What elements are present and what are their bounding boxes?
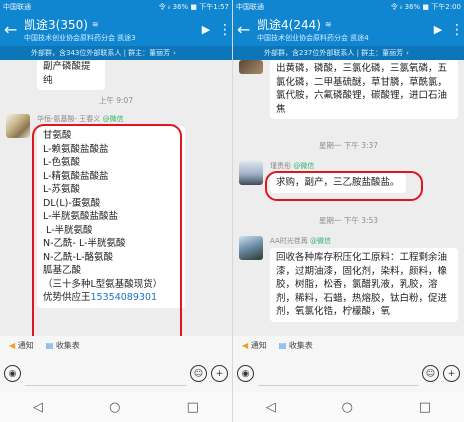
message-item: AA时光荏苒 @微信 回收各种库存积压化工原料：工程剩余油漆，过期油漆，固化剂，…: [239, 236, 458, 322]
chat-title: 凯途4(244): [257, 18, 321, 32]
group-info-bar[interactable]: 外部群，含237位外部联系人 | 群主：董丽芳 ›: [233, 46, 464, 60]
system-nav-bar: ◁ ○ □: [0, 392, 232, 422]
voice-icon[interactable]: ◉: [237, 365, 254, 382]
carrier-label: 中国联通: [236, 2, 264, 11]
sender-name: 华恒-氨基酸- 王春义 @微信: [37, 115, 124, 123]
avatar[interactable]: [239, 236, 263, 260]
right-screen: 中国联通 令 ᵢₗ 36% ■ 下午2:00 ← 凯途4(244) ≋ 中国技术…: [232, 0, 464, 422]
video-call-icon[interactable]: ▶: [194, 23, 218, 36]
emoji-icon[interactable]: ☺: [190, 365, 207, 382]
sender-name: AA时光荏苒 @微信: [270, 237, 332, 245]
collect-form-button[interactable]: ▤ 收集表: [46, 340, 80, 351]
avatar[interactable]: [239, 161, 263, 185]
chat-subtitle: 中国技术创业协会原料药分会 凯途4: [257, 34, 369, 42]
left-screen: 中国联通 令 ᵢₗ 36% ■ 下午1:57 ← 凯途3(350) ≋ 中国技术…: [0, 0, 232, 422]
message-list[interactable]: 副产磷酸提纯 上午 9:07 华恒-氨基酸- 王春义 @微信 甘氨酸 L-赖氨酸…: [0, 60, 232, 336]
avatar[interactable]: [239, 60, 263, 74]
system-nav-bar: ◁ ○ □: [233, 392, 464, 422]
more-menu-icon[interactable]: ⋮: [218, 22, 232, 38]
input-bar: ◉ ☺ +: [233, 355, 464, 392]
message-bubble[interactable]: 出黄磷，磷酸，三氯化磷，三氯氧磷，五氯化磷，二甲基硫醚，草甘膦，草酰氯，氯代胺，…: [270, 60, 458, 119]
timestamp: 星期一 下午 3:37: [318, 141, 379, 150]
video-call-icon[interactable]: ▶: [426, 23, 450, 36]
message-partial: 副产磷酸提纯: [6, 60, 226, 90]
nav-home-icon[interactable]: ○: [109, 400, 120, 415]
chevron-right-icon: ›: [173, 49, 176, 57]
emoji-icon[interactable]: ☺: [422, 365, 439, 382]
mute-icon: ≋: [324, 20, 332, 29]
quick-toolbar: ◀ 通知 ▤ 收集表: [233, 336, 464, 355]
message-bubble: 副产磷酸提纯: [37, 60, 105, 90]
message-list[interactable]: 出黄磷，磷酸，三氯化磷，三氯氧磷，五氯化磷，二甲基硫醚，草甘膦，草酰氯，氯代胺，…: [233, 60, 464, 336]
nav-recent-icon[interactable]: □: [419, 400, 431, 415]
plus-icon[interactable]: +: [211, 365, 228, 382]
voice-icon[interactable]: ◉: [4, 365, 21, 382]
red-annotation-ring: [265, 171, 423, 201]
megaphone-icon: ◀: [242, 341, 249, 350]
input-bar: ◉ ☺ +: [0, 355, 232, 392]
form-icon: ▤: [278, 341, 287, 350]
collect-form-button[interactable]: ▤ 收集表: [279, 340, 313, 351]
sender-name: 瑾贵彤 @微信: [270, 162, 315, 170]
form-icon: ▤: [45, 341, 54, 350]
mute-icon: ≋: [91, 20, 99, 29]
avatar[interactable]: [6, 114, 30, 138]
chat-header: ← 凯途3(350) ≋ 中国技术创业协会原料药分会 凯途3 ▶ ⋮: [0, 13, 232, 46]
status-bar: 中国联通 令 ᵢₗ 36% ■ 下午2:00: [233, 0, 464, 13]
megaphone-icon: ◀: [9, 341, 16, 350]
more-menu-icon[interactable]: ⋮: [450, 22, 464, 38]
plus-icon[interactable]: +: [443, 365, 460, 382]
carrier-label: 中国联通: [3, 2, 31, 11]
group-info-text: 外部群，含237位外部联系人 | 群主：董丽芳: [264, 49, 404, 57]
back-arrow-icon[interactable]: ←: [4, 21, 24, 38]
group-info-text: 外部群，含343位外部联系人 | 群主：董丽芳: [31, 49, 171, 57]
nav-home-icon[interactable]: ○: [342, 400, 353, 415]
back-arrow-icon[interactable]: ←: [237, 21, 257, 38]
nav-recent-icon[interactable]: □: [187, 400, 199, 415]
message-input[interactable]: [258, 362, 418, 386]
timestamp: 星期一 下午 3:53: [318, 216, 379, 225]
nav-back-icon[interactable]: ◁: [33, 400, 43, 415]
message-item: 出黄磷，磷酸，三氯化磷，三氯氧磷，五氯化磷，二甲基硫醚，草甘膦，草酰氯，氯代胺，…: [239, 60, 458, 119]
status-right: 令 ᵢₗ 36% ■ 下午1:57: [158, 2, 229, 11]
chat-title: 凯途3(350): [24, 18, 88, 32]
red-annotation-ring: [32, 124, 182, 336]
status-right: 令 ᵢₗ 36% ■ 下午2:00: [390, 2, 461, 11]
message-input[interactable]: [25, 362, 186, 386]
group-info-bar[interactable]: 外部群，含343位外部联系人 | 群主：董丽芳 ›: [0, 46, 232, 60]
chat-subtitle: 中国技术创业协会原料药分会 凯途3: [24, 34, 136, 42]
notice-button[interactable]: ◀ 通知: [242, 340, 267, 351]
notice-button[interactable]: ◀ 通知: [9, 340, 34, 351]
chat-header: ← 凯途4(244) ≋ 中国技术创业协会原料药分会 凯途4 ▶ ⋮: [233, 13, 464, 46]
message-bubble[interactable]: 回收各种库存积压化工原料：工程剩余油漆，过期油漆，固化剂，染料，颜料，橡胶，树脂…: [270, 248, 458, 322]
quick-toolbar: ◀ 通知 ▤ 收集表: [0, 336, 232, 355]
status-bar: 中国联通 令 ᵢₗ 36% ■ 下午1:57: [0, 0, 232, 13]
timestamp: 上午 9:07: [98, 96, 134, 105]
chevron-right-icon: ›: [406, 49, 409, 57]
nav-back-icon[interactable]: ◁: [266, 400, 276, 415]
